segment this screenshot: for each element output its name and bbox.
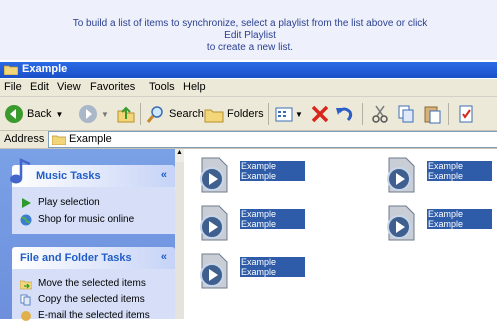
- music-tasks-body: Play selection Shop for music online: [12, 187, 175, 234]
- file-item[interactable]: Example 5.wma Example: [190, 249, 305, 289]
- task-email-selected[interactable]: E-mail the selected items: [20, 309, 150, 322]
- media-file-icon: [200, 253, 228, 289]
- scroll-up-arrow-icon[interactable]: ▲: [176, 149, 183, 161]
- address-field[interactable]: Example: [48, 131, 497, 148]
- address-label: Address: [4, 133, 45, 145]
- scissors-icon: [372, 105, 388, 123]
- collapse-chevron-icon[interactable]: «: [161, 251, 167, 263]
- back-arrow-icon: [5, 105, 23, 123]
- up-folder-button[interactable]: [116, 103, 136, 125]
- menu-help[interactable]: Help: [183, 81, 206, 93]
- address-value: Example: [69, 133, 112, 145]
- media-file-icon: [200, 157, 228, 193]
- play-icon: [22, 197, 31, 208]
- file-folder-tasks-title: File and Folder Tasks: [20, 252, 132, 264]
- scroll-track[interactable]: [175, 162, 184, 319]
- task-play-selection[interactable]: Play selection: [20, 196, 100, 209]
- paste-icon: [424, 106, 441, 124]
- back-dropdown-icon[interactable]: ▼: [55, 110, 63, 119]
- file-artist: Example: [240, 267, 278, 277]
- undo-icon: [336, 107, 353, 122]
- menu-tools[interactable]: Tools: [149, 81, 175, 93]
- task-move-selected[interactable]: Move the selected items: [20, 277, 146, 290]
- folders-icon: [204, 109, 224, 123]
- toolbar-separator: [268, 103, 269, 125]
- file-artist: Example: [240, 219, 278, 229]
- file-view: Example 1.wma Example Example 2.wma Exam…: [184, 149, 497, 319]
- task-label: Play selection: [38, 197, 100, 208]
- copy-icon: [20, 294, 31, 305]
- task-label: E-mail the selected items: [38, 310, 150, 321]
- media-file-icon: [387, 157, 415, 193]
- file-item[interactable]: Example 2.wma Example: [377, 153, 492, 193]
- toolbar-separator: [362, 103, 363, 125]
- collapse-chevron-icon[interactable]: «: [161, 169, 167, 181]
- views-icon: [275, 107, 293, 122]
- email-icon: [21, 310, 31, 321]
- file-folder-tasks-body: Move the selected items Copy the selecte…: [12, 269, 175, 322]
- menu-favorites[interactable]: Favorites: [90, 81, 135, 93]
- banner-text: To build a list of items to synchronize,…: [70, 18, 430, 54]
- banner-line-1: To build a list of items to synchronize,…: [72, 18, 428, 41]
- folders-button[interactable]: Folders: [204, 103, 264, 125]
- task-shop-online[interactable]: Shop for music online: [20, 213, 134, 226]
- views-button[interactable]: ▼: [274, 103, 303, 125]
- toolbar-separator: [448, 103, 449, 125]
- music-tasks-header[interactable]: Music Tasks «: [10, 158, 175, 187]
- window-titlebar[interactable]: Example: [0, 62, 497, 78]
- file-item[interactable]: Example 1.wma Example: [190, 153, 305, 193]
- menu-edit[interactable]: Edit: [30, 81, 49, 93]
- search-button[interactable]: Search: [146, 103, 204, 125]
- views-dropdown-icon[interactable]: ▼: [295, 110, 303, 119]
- file-artist: Example: [427, 219, 465, 229]
- media-file-icon: [387, 205, 415, 241]
- address-bar: Address Example: [0, 131, 497, 149]
- folder-icon: [52, 135, 66, 145]
- toolbar-separator: [140, 103, 141, 125]
- task-copy-selected[interactable]: Copy the selected items: [20, 293, 145, 306]
- task-label: Shop for music online: [38, 214, 135, 225]
- file-artist: Example: [427, 171, 465, 181]
- forward-arrow-icon: [79, 105, 97, 123]
- undo-button[interactable]: [334, 103, 354, 125]
- search-label: Search: [169, 108, 204, 120]
- menu-file[interactable]: File: [4, 81, 22, 93]
- copy-button[interactable]: [396, 103, 416, 125]
- up-folder-icon: [117, 106, 135, 123]
- file-item[interactable]: Example 4.wma Example: [377, 201, 492, 241]
- media-file-icon: [200, 205, 228, 241]
- delete-x-icon: [311, 105, 329, 123]
- file-artist: Example: [240, 171, 278, 181]
- copy-icon: [398, 105, 414, 123]
- music-tasks-title: Music Tasks: [36, 170, 101, 182]
- toolbar: Back ▼ ▼ Search Folders ▼: [0, 97, 497, 131]
- properties-button[interactable]: [456, 103, 476, 125]
- properties-icon: [459, 105, 473, 123]
- back-button[interactable]: Back ▼: [4, 103, 63, 125]
- paste-button[interactable]: [422, 103, 442, 125]
- globe-icon: [20, 214, 32, 225]
- task-label: Copy the selected items: [38, 294, 145, 305]
- folders-label: Folders: [227, 108, 264, 120]
- folder-icon: [4, 65, 18, 75]
- search-icon: [146, 106, 163, 123]
- window-title: Example: [22, 63, 68, 75]
- menu-view[interactable]: View: [57, 81, 81, 93]
- sync-info-banner: To build a list of items to synchronize,…: [0, 0, 497, 60]
- forward-button[interactable]: ▼: [78, 103, 109, 125]
- forward-dropdown-icon[interactable]: ▼: [101, 110, 109, 119]
- delete-button[interactable]: [310, 103, 330, 125]
- task-pane: Music Tasks « Play selection Shop for mu…: [0, 149, 175, 322]
- menu-bar: File Edit View Favorites Tools Help: [0, 79, 497, 97]
- banner-line-2: to create a new list.: [206, 42, 294, 53]
- back-label: Back: [27, 108, 52, 120]
- file-item[interactable]: Example 3.wma Example: [190, 201, 305, 241]
- move-folder-icon: [20, 280, 32, 289]
- file-folder-tasks-header[interactable]: File and Folder Tasks «: [12, 247, 175, 269]
- task-label: Move the selected items: [38, 278, 146, 289]
- task-pane-scrollbar[interactable]: ▲: [175, 149, 184, 319]
- cut-button[interactable]: [370, 103, 390, 125]
- music-note-icon: [10, 158, 31, 184]
